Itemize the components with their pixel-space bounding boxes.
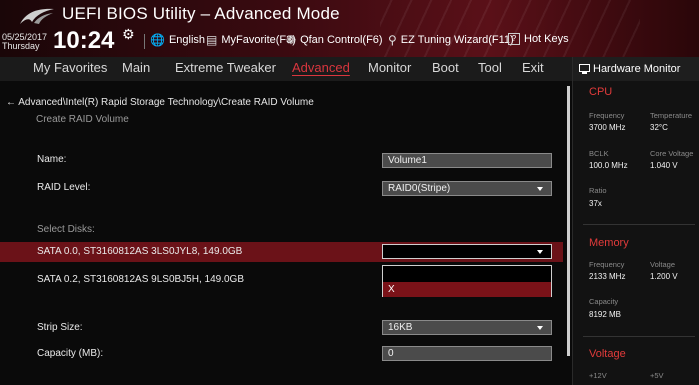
name-label: Name:	[37, 154, 67, 165]
scrollbar[interactable]	[567, 86, 570, 356]
divider	[144, 34, 145, 49]
hardware-monitor-title: Hardware Monitor	[573, 57, 699, 81]
memory-frequency-label: Frequency	[589, 260, 625, 269]
dropdown-option-x[interactable]: X	[383, 282, 551, 297]
disk-label-sata-0-2: SATA 0.2, ST3160812AS 9LS0BJ5H, 149.0GB	[37, 274, 244, 285]
core-voltage-label: Core Voltage	[650, 149, 694, 158]
memory-capacity-value: 8192 MB	[589, 310, 622, 319]
select-disks-label: Select Disks:	[37, 224, 95, 235]
memory-heading: Memory	[589, 237, 629, 249]
strip-size-select[interactable]: 16KB	[382, 320, 552, 335]
memory-voltage-label: Voltage	[650, 260, 676, 269]
capacity-label: Capacity (MB):	[37, 348, 104, 359]
ratio-value: 37x	[589, 199, 602, 208]
hot-keys-label: Hot Keys	[524, 33, 569, 45]
tab-tool[interactable]: Tool	[478, 60, 502, 75]
raid-level-label: RAID Level:	[37, 182, 91, 193]
main-panel: ← Advanced\Intel(R) Rapid Storage Techno…	[0, 81, 572, 385]
language-button[interactable]: 🌐 English	[150, 33, 205, 47]
hardware-monitor-panel: Hardware Monitor CPU Frequency Temperatu…	[572, 57, 699, 385]
divider	[583, 224, 695, 225]
day-value: Thursday	[2, 41, 40, 51]
ratio-label: Ratio	[589, 186, 607, 195]
hardware-monitor-label: Hardware Monitor	[593, 63, 681, 75]
disk-select-sata-0-0[interactable]	[382, 244, 552, 259]
v12-label: +12V	[589, 371, 607, 380]
page-subheading: Create RAID Volume	[36, 114, 129, 125]
fan-icon: ❁	[286, 33, 297, 47]
strip-size-label: Strip Size:	[37, 322, 83, 333]
tab-boot[interactable]: Boot	[432, 60, 459, 75]
window-title: UEFI BIOS Utility – Advanced Mode	[62, 4, 340, 23]
divider	[583, 336, 695, 337]
tab-monitor[interactable]: Monitor	[368, 60, 411, 75]
breadcrumb[interactable]: ← Advanced\Intel(R) Rapid Storage Techno…	[6, 97, 314, 108]
header-bar: UEFI BIOS Utility – Advanced Mode 05/25/…	[0, 0, 699, 57]
gear-icon[interactable]: ⚙	[122, 27, 135, 43]
favorite-icon: ▤	[206, 33, 218, 47]
raid-level-select[interactable]: RAID0(Stripe)	[382, 181, 552, 196]
cpu-temperature-value: 32°C	[650, 123, 668, 132]
capacity-input[interactable]: 0	[382, 346, 552, 361]
cpu-frequency-label: Frequency	[589, 111, 625, 120]
globe-icon: 🌐	[150, 33, 165, 47]
date-display: 05/25/2017 Thursday	[2, 33, 47, 51]
memory-voltage-value: 1.200 V	[650, 272, 678, 281]
rog-logo-icon	[20, 8, 54, 24]
bclk-label: BCLK	[589, 149, 609, 158]
breadcrumb-path: Advanced\Intel(R) Rapid Storage Technolo…	[18, 97, 314, 108]
qfan-label: Qfan Control(F6)	[300, 34, 383, 46]
memory-frequency-value: 2133 MHz	[589, 272, 626, 281]
disk-dropdown-list[interactable]: X	[382, 265, 552, 297]
myfavorite-label: MyFavorite(F3)	[221, 34, 296, 46]
back-arrow-icon[interactable]: ←	[6, 97, 16, 108]
core-voltage-value: 1.040 V	[650, 161, 678, 170]
tab-exit[interactable]: Exit	[522, 60, 544, 75]
v5-label: +5V	[650, 371, 664, 380]
bclk-value: 100.0 MHz	[589, 161, 628, 170]
memory-capacity-label: Capacity	[589, 297, 619, 306]
hotkeys-icon: ?	[508, 33, 520, 45]
tab-main[interactable]: Main	[122, 60, 150, 75]
bulb-icon: ⚲	[388, 33, 397, 47]
disk-label-sata-0-0: SATA 0.0, ST3160812AS 3LS0JYL8, 149.0GB	[37, 246, 243, 257]
hot-keys-button[interactable]: ? Hot Keys	[508, 33, 569, 45]
clock: 10:24	[53, 27, 115, 54]
ez-tuning-label: EZ Tuning Wizard(F11)	[400, 34, 514, 46]
tab-my-favorites[interactable]: My Favorites	[33, 60, 107, 75]
volume-name-input[interactable]: Volume1	[382, 153, 552, 168]
cpu-frequency-value: 3700 MHz	[589, 123, 626, 132]
myfavorite-button[interactable]: ▤ MyFavorite(F3)	[206, 33, 296, 47]
cpu-heading: CPU	[589, 86, 613, 98]
main-tabs: My Favorites Main Extreme Tweaker Advanc…	[0, 57, 572, 81]
tab-extreme-tweaker[interactable]: Extreme Tweaker	[175, 60, 276, 75]
cpu-temperature-label: Temperature	[650, 111, 693, 120]
monitor-icon	[579, 64, 590, 74]
tab-advanced[interactable]: Advanced	[292, 60, 350, 75]
language-label: English	[168, 34, 206, 46]
voltage-heading: Voltage	[589, 348, 626, 360]
qfan-control-button[interactable]: ❁ Qfan Control(F6)	[286, 33, 383, 47]
ez-tuning-wizard-button[interactable]: ⚲ EZ Tuning Wizard(F11)	[388, 33, 514, 47]
